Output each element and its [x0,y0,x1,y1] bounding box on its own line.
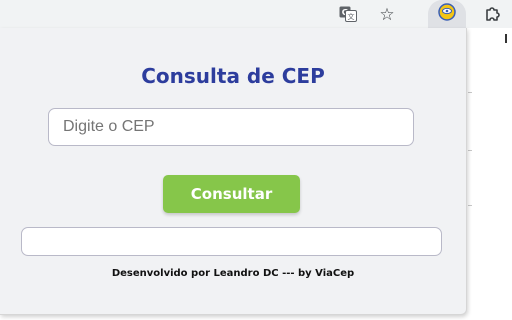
result-field[interactable] [21,227,442,256]
page-edge-mark [505,34,507,43]
translate-icon[interactable]: G 文 [337,3,359,25]
extension-popup: Consulta de CEP Consultar Desenvolvido p… [0,28,467,315]
extensions-puzzle-icon[interactable] [482,3,504,25]
page-background [466,28,512,320]
extension-cep-button[interactable] [428,0,466,28]
popup-title: Consulta de CEP [141,64,325,88]
svg-text:文: 文 [348,12,355,21]
footer-credit: Desenvolvido por Leandro DC --- by ViaCe… [111,268,355,279]
cep-input[interactable] [48,108,414,146]
bookmark-star-icon[interactable]: ☆ [376,3,398,25]
browser-toolbar: G 文 ☆ [0,0,512,28]
page-edge-line [468,92,472,93]
page-edge-line [468,150,472,151]
page-edge-line [468,205,472,206]
extension-cep-icon [437,2,457,27]
consult-button[interactable]: Consultar [163,175,300,213]
